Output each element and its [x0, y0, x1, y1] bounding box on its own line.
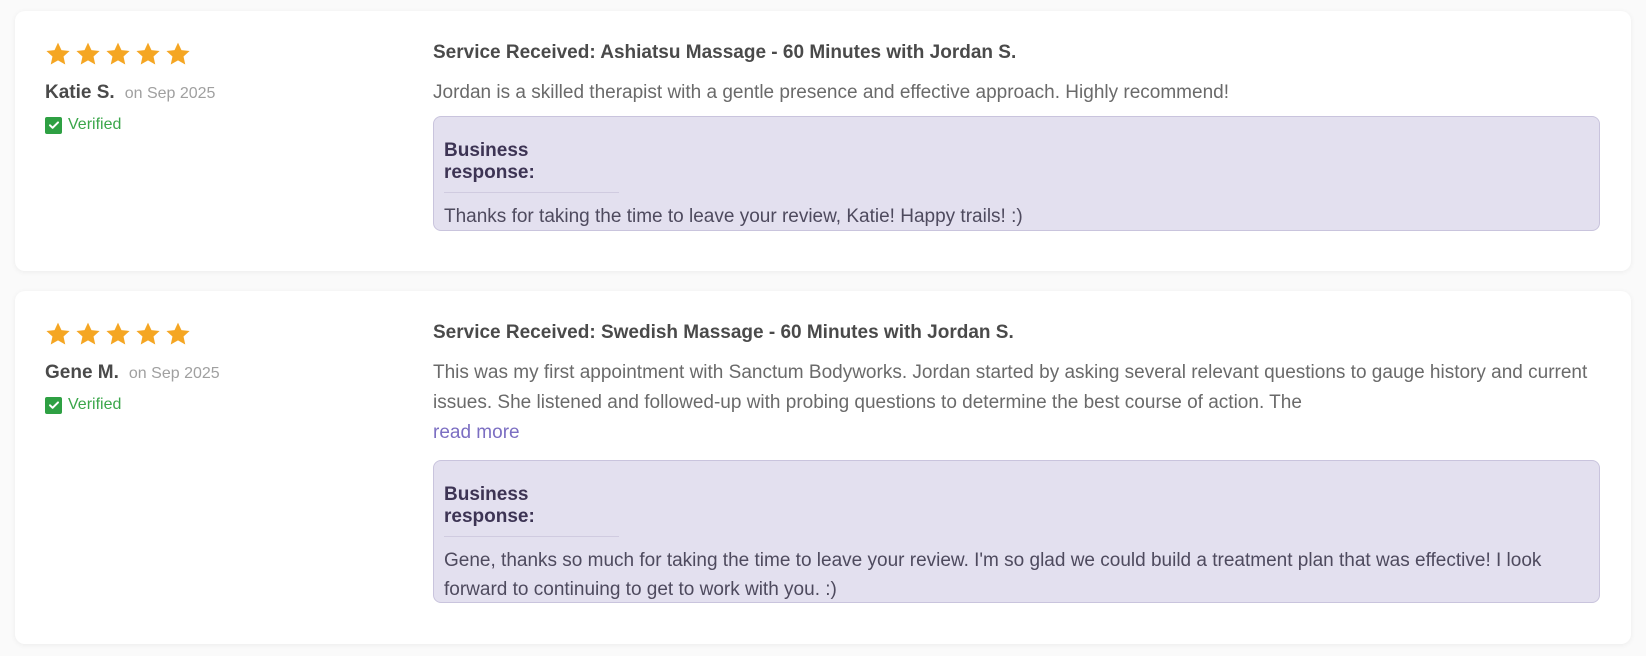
star-rating	[45, 321, 405, 347]
business-response: Business response: Thanks for taking the…	[433, 116, 1600, 231]
response-text: Thanks for taking the time to leave your…	[444, 206, 1023, 227]
review-card: Katie S. on Sep 2025 Verified Service Re…	[15, 11, 1631, 271]
verified-badge: Verified	[45, 116, 405, 134]
review-text: Jordan is a skilled therapist with a gen…	[433, 82, 1229, 103]
reviewer-name: Katie S.	[45, 82, 115, 103]
reviewer-info: Katie S. on Sep 2025 Verified	[45, 41, 405, 134]
check-icon	[45, 116, 62, 134]
review-content: Service Received: Ashiatsu Massage - 60 …	[433, 41, 1600, 231]
star-icon	[46, 322, 70, 345]
star-icon	[76, 42, 100, 65]
reviewer-name: Gene M.	[45, 362, 119, 383]
star-icon	[136, 42, 160, 65]
verified-label: Verified	[68, 116, 122, 133]
reviewer-line: Katie S. on Sep 2025	[45, 82, 405, 104]
star-icon	[136, 322, 160, 345]
star-icon	[166, 322, 190, 345]
verified-label: Verified	[68, 396, 122, 413]
reviewer-info: Gene M. on Sep 2025 Verified	[45, 321, 405, 414]
review-date: on Sep 2025	[124, 85, 216, 102]
response-title: Business response:	[444, 140, 619, 193]
read-more-link[interactable]: read more	[433, 418, 520, 448]
star-rating	[45, 41, 405, 67]
review-text: This was my first appointment with Sanct…	[433, 362, 1588, 413]
check-icon	[45, 396, 62, 414]
verified-badge: Verified	[45, 396, 405, 414]
star-icon	[106, 322, 130, 345]
reviewer-line: Gene M. on Sep 2025	[45, 362, 405, 384]
star-icon	[106, 42, 130, 65]
star-icon	[166, 42, 190, 65]
star-icon	[46, 42, 70, 65]
review-content: Service Received: Swedish Massage - 60 M…	[433, 321, 1600, 603]
service-received: Service Received: Swedish Massage - 60 M…	[433, 322, 1014, 343]
star-icon	[76, 322, 100, 345]
business-response: Business response: Gene, thanks so much …	[433, 460, 1600, 603]
response-title: Business response:	[444, 484, 619, 537]
review-card: Gene M. on Sep 2025 Verified Service Rec…	[15, 291, 1631, 644]
review-date: on Sep 2025	[128, 365, 220, 382]
response-text: Gene, thanks so much for taking the time…	[444, 550, 1542, 600]
service-received: Service Received: Ashiatsu Massage - 60 …	[433, 42, 1017, 63]
